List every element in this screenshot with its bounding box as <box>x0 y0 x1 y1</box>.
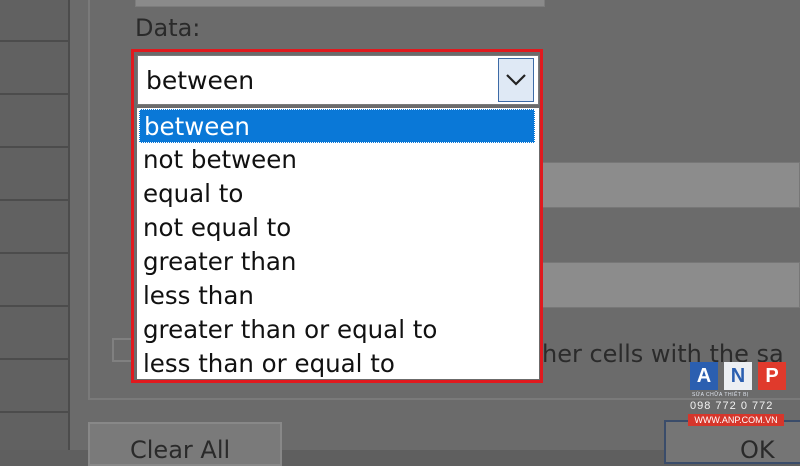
data-label-text: Data: <box>135 14 201 42</box>
ok-label: OK <box>740 436 775 464</box>
cell-border <box>0 199 70 201</box>
cell-border <box>0 146 70 148</box>
watermark-letter-a: A <box>690 362 718 390</box>
spreadsheet-cells-column <box>0 0 70 450</box>
watermark-logo: A N P <box>690 362 788 390</box>
cell-border <box>0 305 70 307</box>
cell-border <box>0 411 70 413</box>
cell-border <box>0 358 70 360</box>
ok-button[interactable]: OK <box>664 420 800 464</box>
clear-all-label: Clear All <box>130 436 231 464</box>
watermark-letter-p: P <box>758 362 786 390</box>
allow-field-bottom[interactable] <box>135 0 545 7</box>
data-label: Data: <box>135 14 200 42</box>
watermark-phone: 098 772 0 772 <box>690 400 774 412</box>
watermark-tagline: SỬA CHỮA THIẾT BỊ <box>692 392 749 398</box>
watermark-letter-n: N <box>724 362 752 390</box>
clear-all-button[interactable]: Clear All <box>88 422 282 466</box>
cell-border <box>0 93 70 95</box>
cell-border <box>0 40 70 42</box>
watermark-site: WWW.ANP.COM.VN <box>688 414 784 426</box>
minimum-field[interactable] <box>540 162 800 208</box>
highlight-frame <box>131 49 543 383</box>
anp-watermark: A N P SỬA CHỮA THIẾT BỊ 098 772 0 772 WW… <box>688 362 788 426</box>
cell-border <box>0 252 70 254</box>
maximum-field[interactable] <box>540 262 800 308</box>
dialog-group-edge <box>88 0 90 400</box>
